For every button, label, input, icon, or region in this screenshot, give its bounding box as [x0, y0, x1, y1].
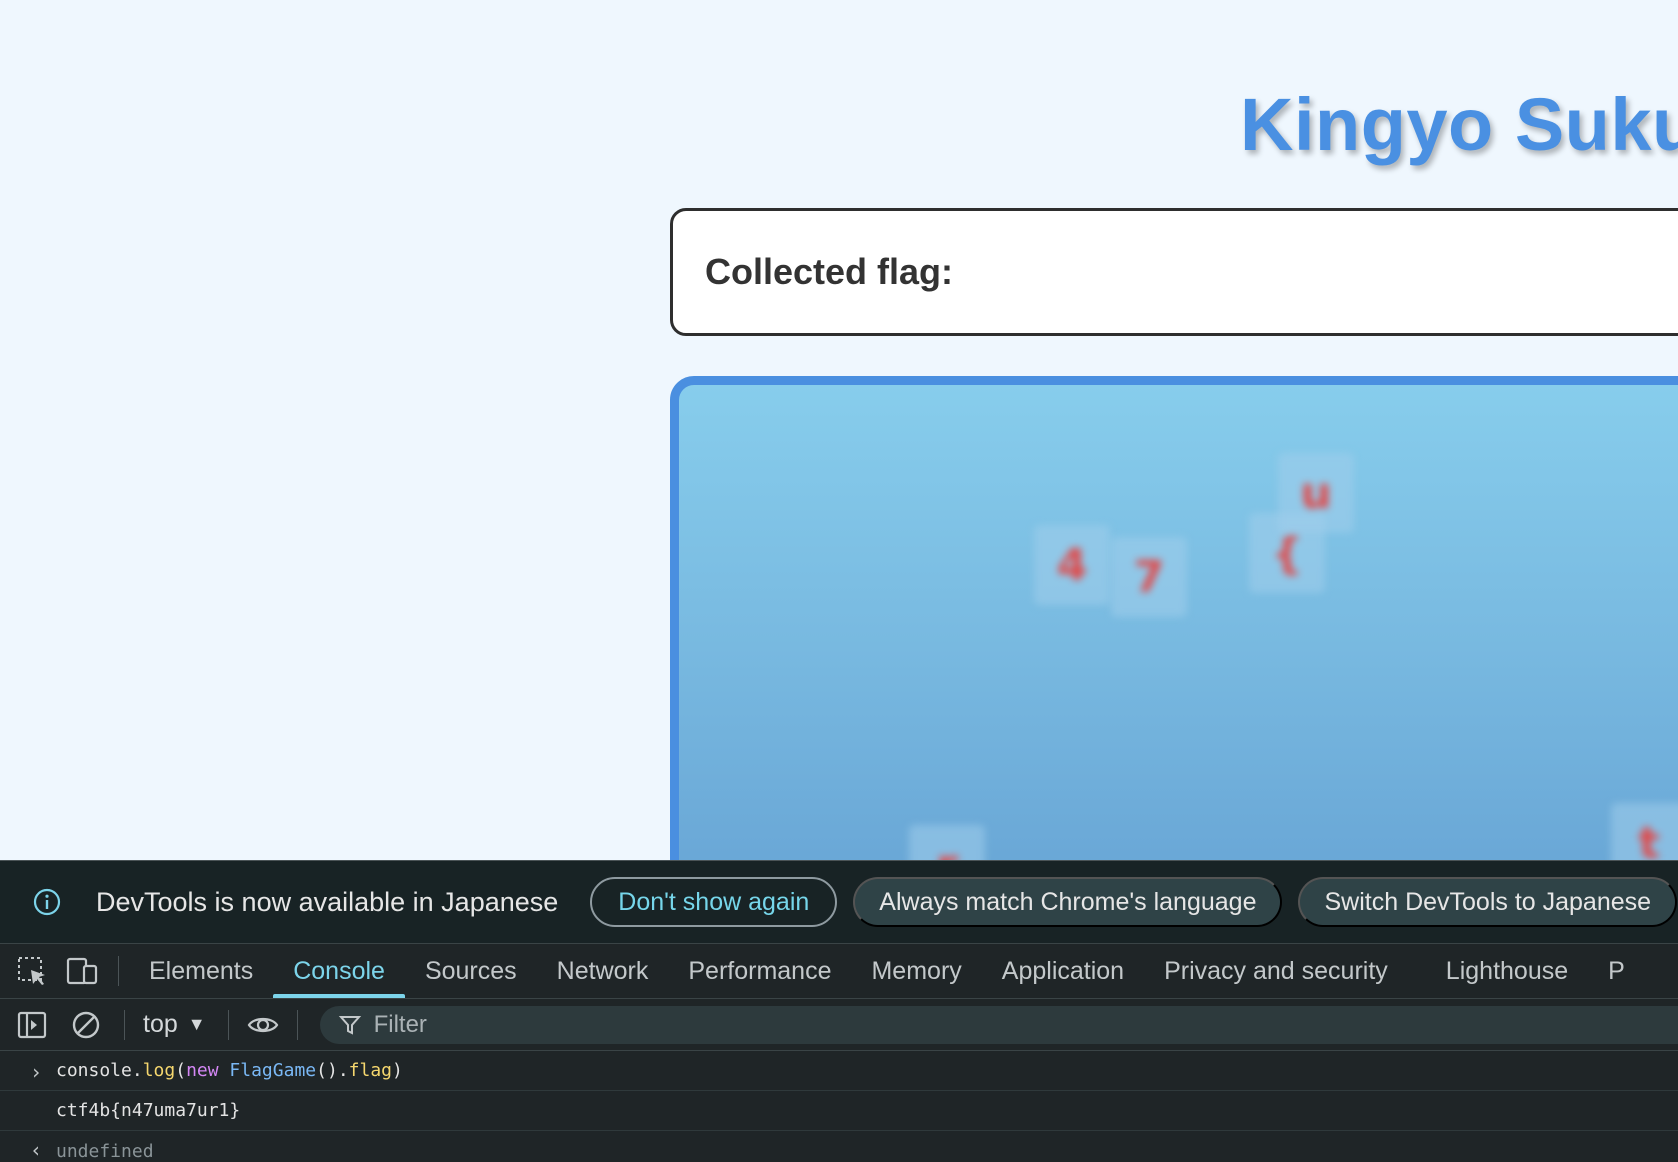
- context-selector-label: top: [143, 1010, 178, 1038]
- switch-to-japanese-button[interactable]: Switch DevTools to Japanese: [1298, 877, 1678, 927]
- fish-card[interactable]: 7: [1111, 537, 1187, 617]
- console-output: › console. log(new FlagGame(). flag) ctf4b…: [0, 1051, 1678, 1162]
- code-token: new: [186, 1060, 219, 1081]
- tab-lighthouse[interactable]: Lighthouse: [1426, 944, 1588, 998]
- eye-icon[interactable]: [247, 1009, 279, 1041]
- code-token: log: [142, 1060, 176, 1081]
- tab-overflow[interactable]: P: [1588, 944, 1645, 998]
- tab-separator: [118, 956, 119, 986]
- info-icon: [33, 888, 61, 916]
- collected-flag-label: Collected flag:: [705, 251, 954, 292]
- console-result-line: ‹ undefined: [0, 1131, 1678, 1162]
- collected-flag-panel: Collected flag:: [670, 208, 1678, 336]
- code-token: FlagGame: [229, 1060, 317, 1081]
- tab-sources[interactable]: Sources: [405, 944, 537, 998]
- return-arrow-icon: ‹: [30, 1138, 43, 1162]
- tab-application[interactable]: Application: [982, 944, 1144, 998]
- fish-card[interactable]: 4: [1034, 525, 1110, 605]
- toolbar-separator: [227, 1009, 229, 1040]
- tab-network[interactable]: Network: [537, 944, 669, 998]
- language-notice-bar: DevTools is now available in Japanese Do…: [0, 861, 1678, 944]
- console-log-line: ctf4b{n47uma7ur1}: [0, 1091, 1678, 1131]
- code-token: .: [337, 1060, 349, 1081]
- code-token: (): [316, 1060, 338, 1081]
- console-log-text: ctf4b{n47uma7ur1}: [56, 1100, 241, 1121]
- code-token: console: [56, 1060, 132, 1081]
- sidebar-toggle-icon[interactable]: [16, 1009, 48, 1041]
- devtools-panel: DevTools is now available in Japanese Do…: [0, 860, 1678, 1162]
- page: Kingyo Suku Collected flag: 4 7 { u r t: [0, 0, 1678, 1162]
- tab-console[interactable]: Console: [273, 944, 405, 998]
- caret-down-icon: ▼: [187, 1014, 206, 1034]
- dont-show-again-button[interactable]: Don't show again: [590, 877, 838, 927]
- code-token: flag: [348, 1060, 393, 1081]
- always-match-language-button[interactable]: Always match Chrome's language: [853, 877, 1283, 927]
- filter-icon: [338, 1015, 361, 1035]
- device-toolbar-icon[interactable]: [64, 953, 100, 989]
- clear-console-icon[interactable]: [70, 1009, 102, 1041]
- fish-char: 7: [1133, 551, 1165, 603]
- console-toolbar: top ▼: [0, 999, 1678, 1051]
- page-title: Kingyo Suku: [1240, 83, 1678, 166]
- tab-privacy-and-security[interactable]: Privacy and security: [1144, 944, 1408, 998]
- console-input-line[interactable]: › console. log(new FlagGame(). flag): [0, 1051, 1678, 1091]
- fish-char: u: [1300, 467, 1332, 519]
- fish-char: 4: [1056, 539, 1088, 591]
- fish-char: {: [1271, 527, 1303, 579]
- filter-input[interactable]: [373, 1010, 974, 1039]
- toolbar-separator: [124, 1009, 125, 1040]
- tab-performance[interactable]: Performance: [668, 944, 851, 998]
- tab-memory[interactable]: Memory: [851, 944, 981, 998]
- toolbar-separator: [296, 1009, 298, 1040]
- devtools-tabbar: Elements Console Sources Network Perform…: [0, 944, 1678, 999]
- filter-box: [319, 1005, 1678, 1044]
- context-selector[interactable]: top ▼: [143, 1010, 206, 1039]
- console-result-text: undefined: [56, 1140, 154, 1162]
- fish-card[interactable]: u: [1278, 453, 1354, 533]
- inspect-element-icon[interactable]: [14, 953, 50, 989]
- chevron-right-icon: ›: [30, 1060, 43, 1084]
- notice-text: DevTools is now available in Japanese: [96, 886, 559, 917]
- code-token: ): [392, 1060, 403, 1081]
- tab-elements[interactable]: Elements: [129, 944, 273, 998]
- code-token: (: [175, 1060, 187, 1081]
- code-token: .: [131, 1060, 143, 1081]
